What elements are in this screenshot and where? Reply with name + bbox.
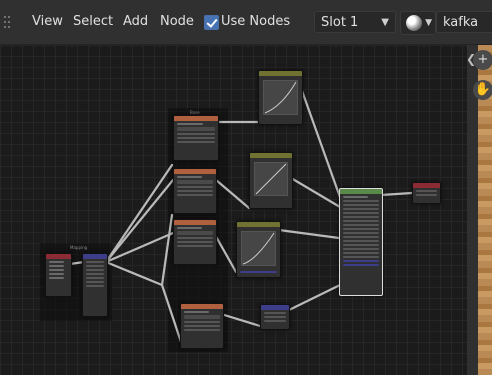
node-texture-coordinate[interactable] [45, 253, 72, 297]
node-rgb-curves-2[interactable] [249, 152, 293, 209]
node-rgb-curves-3[interactable] [236, 221, 281, 278]
node-principled-bsdf[interactable] [339, 188, 383, 296]
curve-graph-icon [255, 163, 287, 195]
node-image-texture-2[interactable] [173, 168, 217, 214]
node-mapping[interactable] [82, 253, 108, 317]
curve-graph-icon [264, 81, 297, 114]
node-image-texture-4[interactable] [180, 303, 224, 349]
curve-graph-icon [242, 232, 275, 265]
node-image-texture-1[interactable] [173, 115, 219, 161]
node-rgb-curves-1[interactable] [258, 70, 303, 125]
node-normal-map[interactable] [260, 304, 290, 330]
hand-pan-icon[interactable]: ✋ [473, 80, 492, 100]
node-image-texture-3[interactable] [173, 219, 217, 265]
zoom-icon[interactable]: + [473, 50, 492, 70]
node-material-output[interactable] [412, 182, 441, 204]
